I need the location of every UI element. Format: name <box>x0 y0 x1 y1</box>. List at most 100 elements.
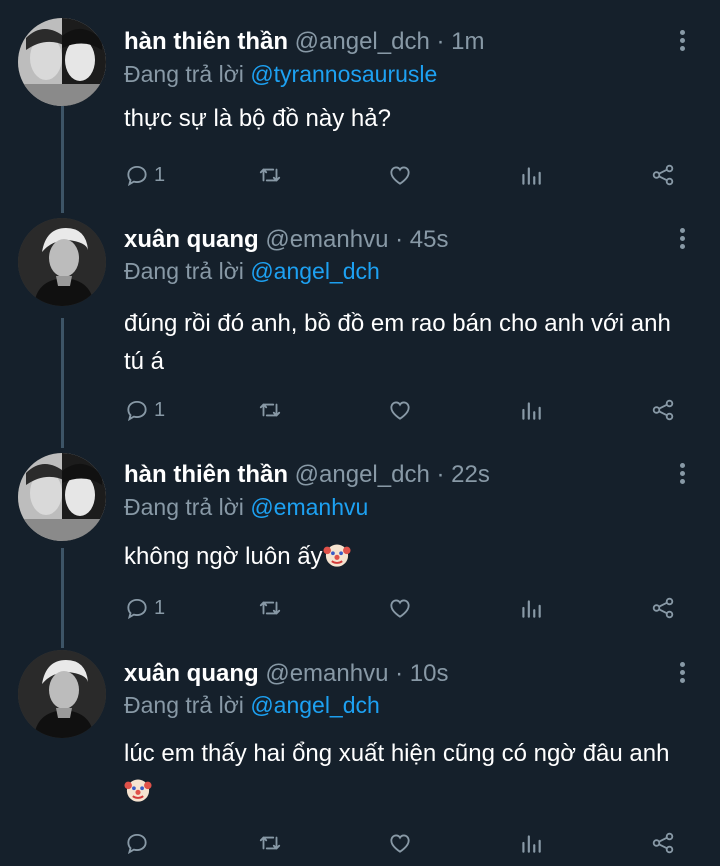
reply-icon <box>124 595 150 621</box>
stats-button[interactable] <box>518 593 544 623</box>
stats-icon <box>518 162 544 188</box>
tweet-text-content: đúng rồi đó anh, bồ đồ em rao bán cho an… <box>124 310 671 375</box>
replying-to: Đang trả lời @tyrannosaurusle <box>124 60 437 88</box>
tweet-text-content: thực sự là bộ đồ này hả? <box>124 105 391 132</box>
reply-icon <box>124 162 150 188</box>
like-icon <box>387 162 413 188</box>
stats-icon <box>518 397 544 423</box>
tweet-text: không ngờ luôn ấy <box>124 538 684 576</box>
reply-button[interactable]: 1 <box>124 395 165 425</box>
timestamp[interactable]: 10s <box>410 660 449 687</box>
replying-to-label: Đang trả lời <box>124 494 244 520</box>
more-options-icon[interactable] <box>672 28 692 56</box>
retweet-icon <box>257 830 283 856</box>
replying-to: Đang trả lời @emanhvu <box>124 493 368 521</box>
tweet-text: lúc em thấy hai ổng xuất hiện cũng có ng… <box>124 735 684 811</box>
tweet-actions <box>124 828 684 858</box>
user-handle[interactable]: @emanhvu <box>265 660 388 687</box>
tweet-text: thực sự là bộ đồ này hả? <box>124 100 684 138</box>
retweet-button[interactable] <box>257 828 283 858</box>
avatar[interactable] <box>18 453 106 541</box>
retweet-icon <box>257 397 283 423</box>
like-icon <box>387 397 413 423</box>
clown-face-icon <box>323 541 351 569</box>
share-icon <box>650 162 676 188</box>
tweet-actions: 1 <box>124 593 684 623</box>
stats-icon <box>518 595 544 621</box>
reply-button[interactable]: 1 <box>124 593 165 623</box>
share-button[interactable] <box>650 828 676 858</box>
stats-button[interactable] <box>518 828 544 858</box>
stats-icon <box>518 830 544 856</box>
share-icon <box>650 397 676 423</box>
retweet-button[interactable] <box>257 593 283 623</box>
reply-mention[interactable]: @angel_dch <box>250 692 380 718</box>
retweet-button[interactable] <box>257 395 283 425</box>
display-name[interactable]: hàn thiên thần <box>124 28 288 55</box>
timestamp[interactable]: 22s <box>451 461 490 488</box>
like-button[interactable] <box>387 593 413 623</box>
user-handle[interactable]: @emanhvu <box>265 226 388 253</box>
separator: · <box>436 461 445 488</box>
tweet-header: xuân quang @emanhvu · 10s <box>124 660 448 688</box>
separator: · <box>395 660 404 687</box>
like-icon <box>387 595 413 621</box>
thread-line <box>61 106 64 213</box>
tweet-header: hàn thiên thần @angel_dch · 22s <box>124 461 490 489</box>
more-options-icon[interactable] <box>672 226 692 254</box>
reply-icon <box>124 830 150 856</box>
thread-line <box>61 548 64 648</box>
avatar[interactable] <box>18 650 106 738</box>
share-button[interactable] <box>650 593 676 623</box>
separator: · <box>436 28 445 55</box>
replying-to-label: Đang trả lời <box>124 692 244 718</box>
reply-count: 1 <box>154 163 166 186</box>
replying-to-label: Đang trả lời <box>124 61 244 87</box>
man-portrait-avatar-icon <box>18 650 106 738</box>
tweet-text: đúng rồi đó anh, bồ đồ em rao bán cho an… <box>124 305 684 381</box>
two-faces-avatar-icon <box>18 18 106 106</box>
replying-to: Đang trả lời @angel_dch <box>124 691 380 719</box>
separator: · <box>395 226 404 253</box>
avatar[interactable] <box>18 218 106 306</box>
like-button[interactable] <box>387 160 413 190</box>
stats-button[interactable] <box>518 160 544 190</box>
reply-button[interactable] <box>124 828 154 858</box>
more-options-icon[interactable] <box>672 461 692 489</box>
tweet-header: xuân quang @emanhvu · 45s <box>124 226 448 254</box>
share-icon <box>650 830 676 856</box>
share-icon <box>650 595 676 621</box>
user-handle[interactable]: @angel_dch <box>295 461 430 488</box>
like-button[interactable] <box>387 828 413 858</box>
reply-count: 1 <box>154 596 166 619</box>
tweet-header: hàn thiên thần @angel_dch · 1m <box>124 28 485 56</box>
reply-button[interactable]: 1 <box>124 160 165 190</box>
display-name[interactable]: hàn thiên thần <box>124 461 288 488</box>
replying-to: Đang trả lời @angel_dch <box>124 257 380 285</box>
retweet-icon <box>257 162 283 188</box>
display-name[interactable]: xuân quang <box>124 226 259 253</box>
timestamp[interactable]: 45s <box>410 226 449 253</box>
replying-to-label: Đang trả lời <box>124 258 244 284</box>
tweet-actions: 1 <box>124 395 684 425</box>
stats-button[interactable] <box>518 395 544 425</box>
user-handle[interactable]: @angel_dch <box>295 28 430 55</box>
share-button[interactable] <box>650 395 676 425</box>
avatar[interactable] <box>18 18 106 106</box>
like-button[interactable] <box>387 395 413 425</box>
like-icon <box>387 830 413 856</box>
more-options-icon[interactable] <box>672 660 692 688</box>
reply-mention[interactable]: @angel_dch <box>250 258 380 284</box>
display-name[interactable]: xuân quang <box>124 660 259 687</box>
tweet-actions: 1 <box>124 160 684 190</box>
reply-mention[interactable]: @emanhvu <box>250 494 368 520</box>
share-button[interactable] <box>650 160 676 190</box>
reply-icon <box>124 397 150 423</box>
reply-mention[interactable]: @tyrannosaurusle <box>250 61 437 87</box>
clown-face-icon <box>124 776 152 804</box>
retweet-button[interactable] <box>257 160 283 190</box>
retweet-icon <box>257 595 283 621</box>
timestamp[interactable]: 1m <box>451 28 484 55</box>
tweet-text-content: lúc em thấy hai ổng xuất hiện cũng có ng… <box>124 740 670 767</box>
tweet-text-content: không ngờ luôn ấy <box>124 543 323 570</box>
